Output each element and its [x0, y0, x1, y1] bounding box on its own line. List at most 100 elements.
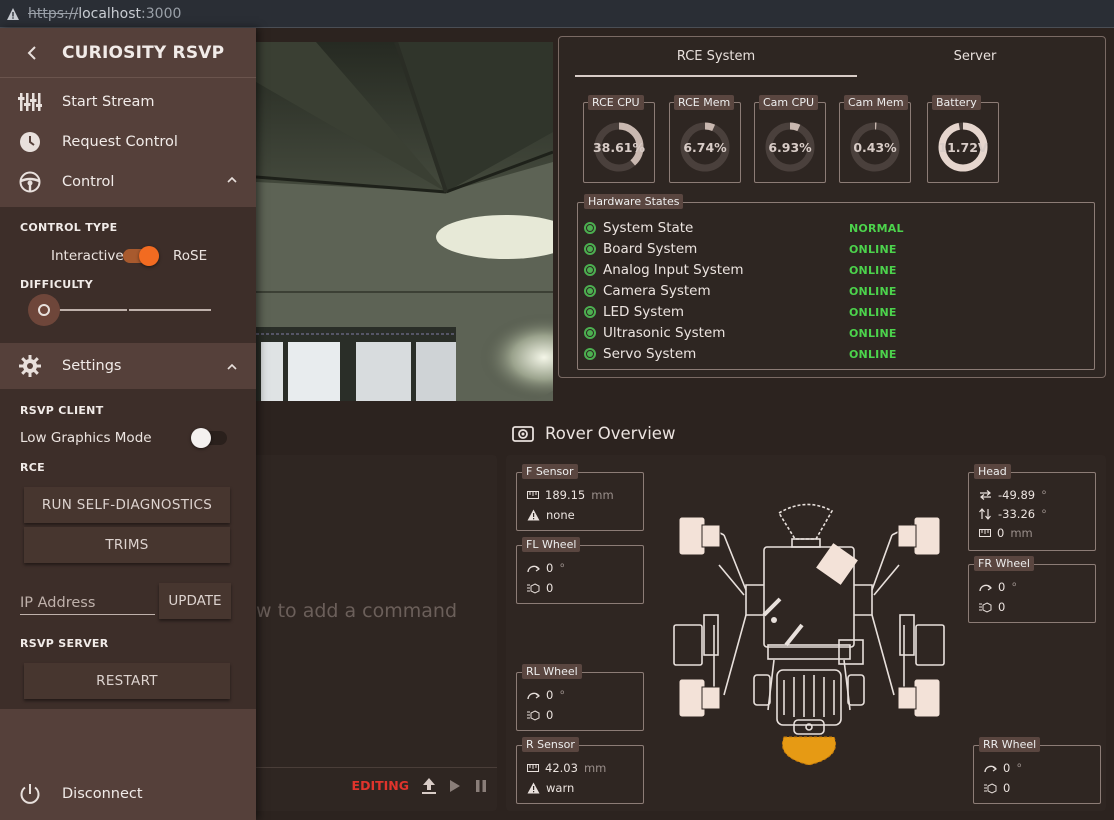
- side-drawer: CURIOSITY RSVP Start Stream Request Cont…: [0, 28, 256, 820]
- camera-frame-image: [256, 42, 553, 401]
- main-content: RCE System Server RCE CPU 38.61% RCE Mem…: [256, 28, 1114, 820]
- rl-wheel-angle-value: 0: [546, 688, 554, 702]
- rr-wheel-angle-value: 0: [1003, 761, 1011, 775]
- head-box: Head -49.89 ° -33.26 ° 0 mm: [968, 464, 1096, 551]
- tab-server[interactable]: Server: [857, 49, 1093, 64]
- box-label: RL Wheel: [522, 664, 582, 679]
- control-type-toggle[interactable]: [123, 246, 159, 266]
- restart-button[interactable]: RESTART: [24, 663, 230, 699]
- angle-icon: [527, 692, 540, 700]
- hardware-name: Board System: [603, 241, 698, 257]
- rl-wheel-encoder-value: 0: [546, 708, 554, 722]
- address-bar[interactable]: https://localhost:3000: [0, 0, 1114, 28]
- run-self-diagnostics-button[interactable]: RUN SELF-DIAGNOSTICS: [24, 487, 230, 523]
- gauge-label: RCE CPU: [588, 95, 644, 110]
- pause-icon[interactable]: [475, 779, 487, 793]
- hardware-state: ONLINE: [849, 305, 897, 319]
- nav-control[interactable]: Control: [0, 162, 256, 202]
- not-secure-warning-icon[interactable]: [6, 7, 20, 21]
- f-sensor-box: F Sensor 189.15 mm none: [516, 464, 644, 531]
- hardware-name: Servo System: [603, 346, 697, 362]
- box-label: R Sensor: [522, 737, 579, 752]
- fr-wheel-angle: 0 °: [979, 580, 1017, 594]
- encoder-icon: [527, 709, 540, 721]
- slider-thumb[interactable]: [38, 304, 50, 316]
- gauge-label: Cam CPU: [759, 95, 818, 110]
- fl-wheel-angle-value: 0: [546, 561, 554, 575]
- system-status-panel: RCE System Server RCE CPU 38.61% RCE Mem…: [558, 36, 1106, 378]
- nav-disconnect-label: Disconnect: [62, 786, 143, 802]
- command-placeholder: w to add a command: [256, 600, 458, 622]
- degree-unit: °: [1041, 507, 1047, 521]
- gauge-value: 6.93%: [768, 140, 812, 155]
- angle-icon: [984, 765, 997, 773]
- nav-request-control-label: Request Control: [62, 134, 178, 150]
- unit: mm: [583, 761, 607, 775]
- hardware-name: Analog Input System: [603, 262, 744, 278]
- play-icon[interactable]: [449, 779, 461, 793]
- gauge-value: 0.43%: [853, 140, 897, 155]
- rear-sensor-cone: [782, 736, 836, 766]
- rr-wheel-angle: 0 °: [984, 761, 1022, 775]
- r-sensor-distance: 42.03 mm: [527, 761, 606, 775]
- app-title: CURIOSITY RSVP: [62, 42, 225, 63]
- command-toolbar: EDITING: [256, 767, 497, 803]
- command-panel[interactable]: w to add a command EDITING: [256, 455, 497, 811]
- difficulty-slider[interactable]: [28, 294, 211, 326]
- nav-request-control[interactable]: Request Control: [0, 122, 256, 162]
- gauge-label: Battery: [932, 95, 981, 110]
- ip-address-input[interactable]: [20, 591, 155, 615]
- gauge-cam-cpu: Cam CPU 6.93%: [754, 95, 826, 183]
- rl-wheel-angle: 0 °: [527, 688, 565, 702]
- f-sensor-distance-value: 189.15: [545, 488, 586, 502]
- front-sensor-cone: [777, 503, 834, 540]
- r-sensor-status: warn: [527, 781, 574, 795]
- fl-wheel-shape: [678, 516, 706, 556]
- window-panes: [256, 327, 456, 401]
- chevron-left-icon[interactable]: [22, 43, 42, 63]
- toggle-knob: [191, 428, 211, 448]
- gauge-value: 6.74%: [683, 140, 727, 155]
- low-graphics-label: Low Graphics Mode: [20, 430, 152, 446]
- hardware-state: ONLINE: [849, 326, 897, 340]
- right-wheel-mid: [915, 624, 945, 666]
- rr-wheel-encoder: 0: [984, 781, 1010, 795]
- tab-rce-system[interactable]: RCE System: [575, 49, 857, 77]
- nav-start-stream[interactable]: Start Stream: [0, 82, 256, 122]
- gauge-rce-cpu: RCE CPU 38.61%: [583, 95, 655, 183]
- rover-overview-title: Rover Overview: [545, 424, 676, 443]
- hardware-name: Ultrasonic System: [603, 325, 726, 341]
- trims-button[interactable]: TRIMS: [24, 527, 230, 563]
- rl-wheel-shape: [678, 678, 706, 718]
- toggle-knob: [139, 246, 159, 266]
- rce-label: RCE: [20, 461, 45, 474]
- rover-overview-header: Rover Overview: [512, 424, 675, 443]
- low-graphics-toggle[interactable]: [191, 428, 227, 448]
- difficulty-label: DIFFICULTY: [20, 278, 94, 291]
- hardware-name: Camera System: [603, 283, 711, 299]
- update-button[interactable]: UPDATE: [159, 583, 231, 619]
- hardware-states-label: Hardware States: [584, 194, 684, 209]
- head-height-value: 0: [997, 526, 1005, 540]
- control-type-label: CONTROL TYPE: [20, 221, 118, 234]
- gauge-value: 11.72V: [938, 140, 988, 155]
- nav-settings-label: Settings: [62, 358, 122, 374]
- tab-rce-system-label: RCE System: [676, 49, 756, 64]
- equalizer-icon: [18, 93, 42, 111]
- angle-icon: [527, 565, 540, 573]
- head-pan-value: -49.89: [998, 488, 1036, 502]
- gauge-label: Cam Mem: [844, 95, 908, 110]
- encoder-icon: [984, 782, 997, 794]
- nav-disconnect[interactable]: Disconnect: [0, 774, 256, 814]
- nav-settings[interactable]: Settings: [0, 341, 256, 389]
- ruler-icon: [527, 491, 539, 499]
- power-icon: [20, 784, 40, 804]
- rr-wheel-encoder-value: 0: [1003, 781, 1011, 795]
- hardware-state: ONLINE: [849, 242, 897, 256]
- rear-body: [776, 669, 842, 726]
- head-height: 0 mm: [979, 526, 1033, 540]
- encoder-icon: [527, 582, 540, 594]
- upload-icon[interactable]: [421, 777, 437, 795]
- hardware-state: ONLINE: [849, 263, 897, 277]
- hardware-name: System State: [603, 220, 694, 236]
